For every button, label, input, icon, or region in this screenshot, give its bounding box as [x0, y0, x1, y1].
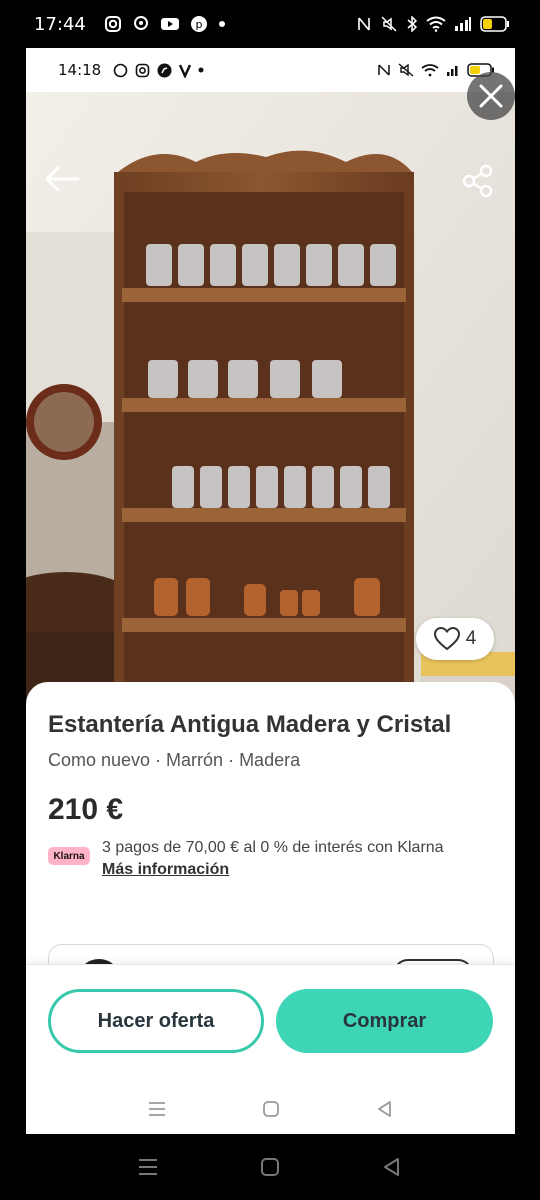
instagram-icon	[135, 63, 150, 78]
mute-icon	[380, 16, 398, 32]
klarna-text: 3 pagos de 70,00 € al 0 % de interés con…	[102, 839, 444, 856]
klarna-more-info-link[interactable]: Más información	[102, 859, 444, 881]
outer-notification-icons: p	[104, 15, 226, 33]
wifi-icon	[426, 16, 446, 32]
make-offer-button[interactable]: Hacer oferta	[48, 989, 264, 1053]
inner-navigation-bar	[26, 1084, 515, 1134]
favorite-button[interactable]: 4	[416, 618, 494, 660]
svg-text:p: p	[195, 18, 202, 31]
menu-icon[interactable]	[147, 1100, 167, 1118]
battery-icon	[480, 16, 510, 32]
dot-icon	[218, 20, 226, 28]
app-icon	[113, 63, 128, 78]
wifi-icon	[421, 63, 439, 77]
outer-navigation-bar	[0, 1134, 540, 1200]
nfc-icon	[356, 16, 372, 32]
listing-price: 210 €	[48, 793, 124, 826]
listing-title: Estantería Antigua Madera y Cristal	[48, 711, 452, 738]
pinterest-icon: p	[190, 15, 208, 33]
back-icon[interactable]	[381, 1156, 403, 1178]
location-pin-icon	[132, 15, 150, 33]
outer-status-bar: 17:44 p	[0, 0, 540, 48]
heart-icon	[433, 627, 460, 651]
buy-button[interactable]: Comprar	[276, 989, 493, 1053]
instagram-icon	[104, 15, 122, 33]
mute-icon	[398, 63, 414, 77]
action-bar: Hacer oferta Comprar	[26, 964, 515, 1084]
youtube-icon	[160, 16, 180, 32]
menu-icon[interactable]	[137, 1157, 159, 1177]
bluetooth-icon	[406, 16, 418, 32]
signal-icon	[454, 17, 472, 31]
inner-status-bar: 14:18	[26, 48, 515, 92]
signal-icon	[446, 64, 460, 76]
listing-attributes: Como nuevo · Marrón · Madera	[48, 750, 301, 770]
dot-icon	[198, 67, 204, 73]
share-icon[interactable]	[461, 164, 495, 198]
back-icon[interactable]	[375, 1099, 395, 1119]
inner-notification-icons	[113, 63, 204, 78]
klarna-logo: Klarna	[48, 847, 90, 865]
compass-icon	[157, 63, 172, 78]
inner-clock: 14:18	[58, 61, 102, 79]
favorite-count: 4	[465, 628, 477, 649]
klarna-financing: Klarna 3 pagos de 70,00 € al 0 % de inte…	[48, 837, 493, 881]
nfc-icon	[377, 63, 391, 77]
v-app-icon	[179, 63, 192, 78]
home-icon[interactable]	[261, 1099, 281, 1119]
back-arrow-icon[interactable]	[42, 164, 82, 194]
outer-clock: 17:44	[34, 13, 86, 35]
outer-system-icons	[356, 16, 510, 32]
home-icon[interactable]	[259, 1156, 281, 1178]
app-screen: 14:18 4 Estantería Antigua Madera y Cris…	[26, 48, 515, 1134]
close-icon[interactable]	[467, 72, 515, 120]
listing-details: Estantería Antigua Madera y Cristal Como…	[26, 682, 515, 1003]
